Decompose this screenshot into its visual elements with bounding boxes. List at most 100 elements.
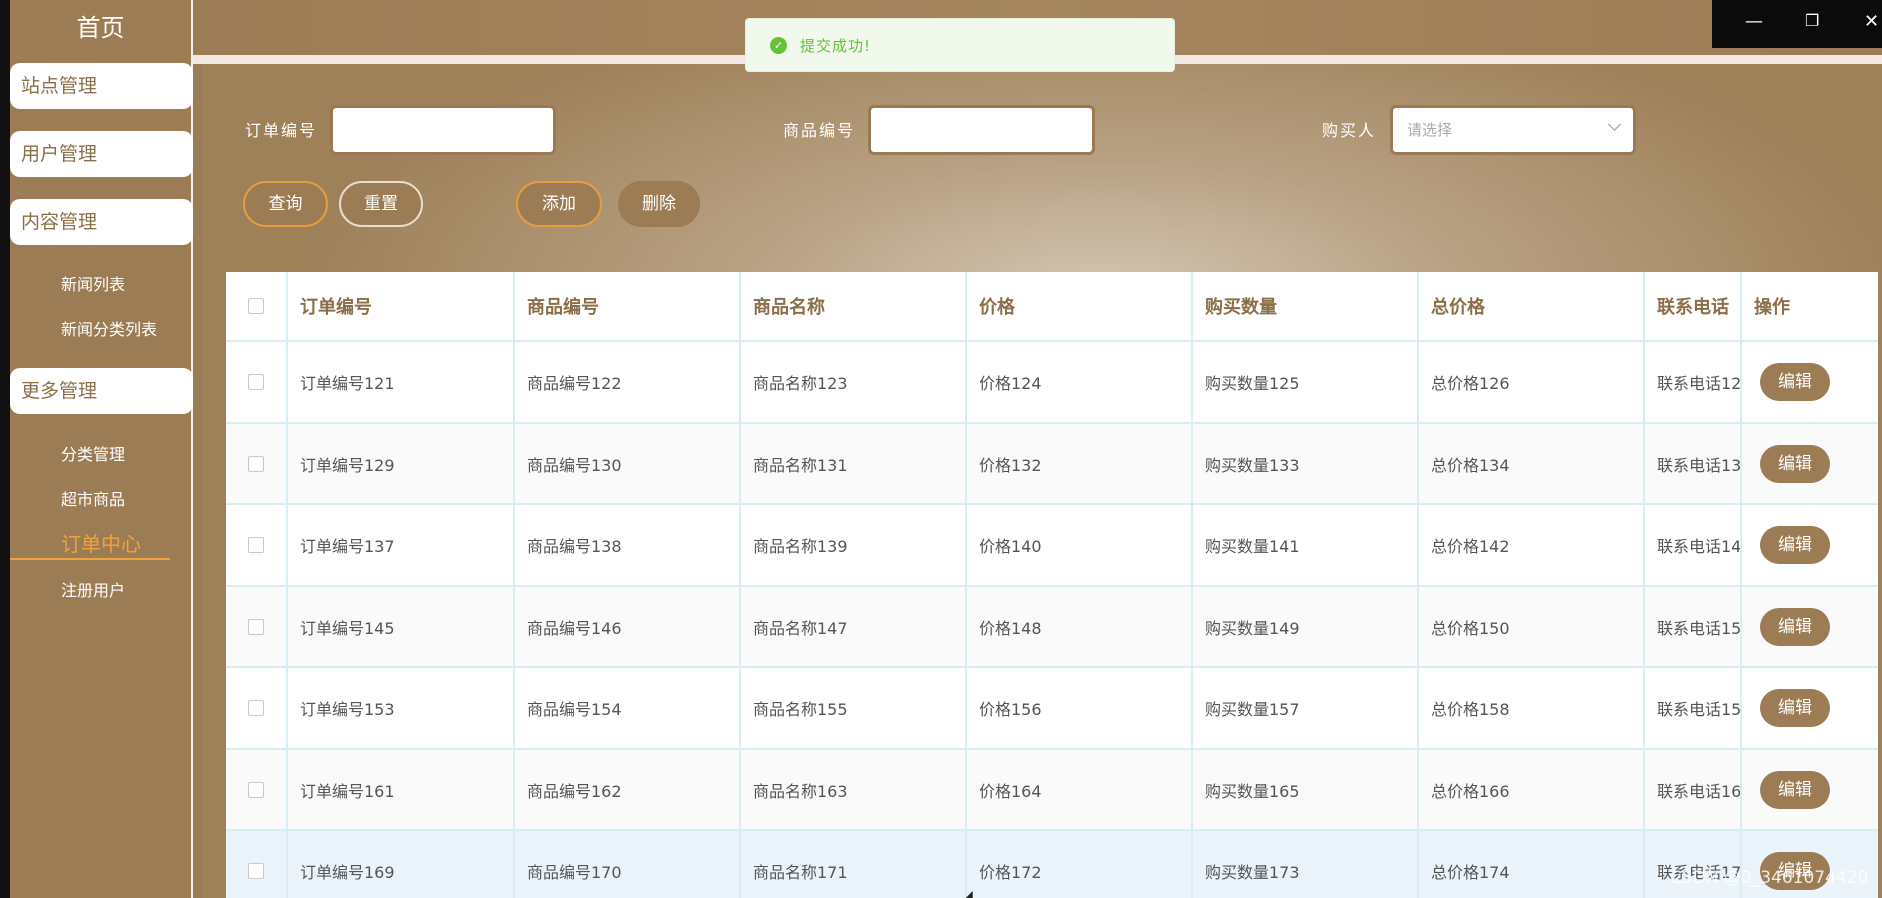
sidebar-item-news-list[interactable]: 新闻列表 [61,271,125,295]
header-select-cell [226,272,288,340]
cell-order-no: 订单编号161 [288,749,515,830]
cell-product-no: 商品编号146 [515,586,741,667]
success-toast: ✓ 提交成功! [745,18,1175,72]
order-no-label: 订单编号 [245,121,318,140]
cell-price: 价格132 [967,423,1193,504]
row-checkbox[interactable] [248,863,264,879]
cell-total: 总价格174 [1419,831,1645,898]
table-row[interactable]: 订单编号121 商品编号122 商品名称123 价格124 购买数量125 总价格126 联… [226,340,1878,422]
cell-price: 价格148 [967,586,1193,667]
menu-group-site[interactable]: 站点管理 [10,63,193,109]
header-product-no[interactable]: 商品编号 [515,272,741,340]
row-checkbox[interactable] [248,537,264,553]
buyer-label: 购买人 [1322,121,1377,140]
cell-actions: 编辑 [1742,750,1878,830]
cell-order-no: 订单编号137 [288,505,515,585]
buyer-select-placeholder: 请选择 [1407,121,1453,139]
row-checkbox[interactable] [248,781,264,798]
edit-button[interactable]: 编辑 [1760,526,1830,564]
cell-product-name: 商品名称171 [741,831,967,898]
menu-group-more[interactable]: 更多管理 [10,368,193,414]
window-controls: — ❐ ✕ [1712,0,1882,48]
row-select-cell [226,586,288,667]
sidebar-item-orders[interactable]: 订单中心 [61,528,141,557]
select-all-checkbox[interactable] [248,298,264,314]
cell-product-no: 商品编号154 [515,668,741,748]
cell-quantity: 购买数量133 [1193,423,1419,504]
sidebar-item-news-categories[interactable]: 新闻分类列表 [61,316,157,340]
table-row[interactable]: 订单编号137 商品编号138 商品名称139 价格140 购买数量141 总价格142 联… [226,503,1878,585]
header-total[interactable]: 总价格 [1419,272,1645,340]
cell-quantity: 购买数量165 [1193,749,1419,830]
table-row[interactable]: 订单编号153 商品编号154 商品名称155 价格156 购买数量157 总价格158 联… [226,666,1878,748]
header-product-name[interactable]: 商品名称 [741,272,967,340]
cell-actions: 编辑 [1742,668,1878,748]
active-indicator [10,558,170,560]
order-no-input[interactable] [330,105,556,155]
cell-price: 价格164 [967,749,1193,830]
row-checkbox[interactable] [248,455,264,472]
product-no-label: 商品编号 [783,121,856,140]
add-button[interactable]: 添加 [516,181,602,227]
header-price[interactable]: 价格 [967,272,1193,340]
edit-button[interactable]: 编辑 [1760,770,1830,809]
cell-total: 总价格142 [1419,505,1645,585]
delete-button[interactable]: 删除 [618,181,700,227]
reset-button[interactable]: 重置 [339,181,423,227]
cell-product-no: 商品编号170 [515,831,741,898]
cell-order-no: 订单编号169 [288,831,515,898]
sidebar-item-registered-users[interactable]: 注册用户 [61,577,125,601]
restore-icon[interactable]: ❐ [1805,11,1819,30]
sidebar-item-products[interactable]: 超市商品 [61,486,125,510]
header-order-no[interactable]: 订单编号 [288,272,515,340]
mouse-cursor-icon: ◢ [962,888,973,898]
buyer-select[interactable]: 请选择 [1390,105,1636,155]
cell-order-no: 订单编号145 [288,586,515,667]
table-row[interactable]: 订单编号129 商品编号130 商品名称131 价格132 购买数量133 总价格134 联… [226,421,1878,504]
row-select-cell [226,831,288,898]
sidebar-home[interactable]: 首页 [10,8,191,43]
cell-price: 价格124 [967,342,1193,422]
menu-group-content[interactable]: 内容管理 [10,199,193,245]
edit-button[interactable]: 编辑 [1760,444,1830,483]
cell-actions: 编辑 [1742,424,1878,504]
cell-product-name: 商品名称139 [741,505,967,585]
table-header: 订单编号 商品编号 商品名称 价格 购买数量 总价格 联系电话 操作 [226,272,1878,340]
watermark: CSDN @0_3461074420 [1670,868,1869,888]
row-checkbox[interactable] [248,618,264,635]
table-row[interactable]: 订单编号145 商品编号146 商品名称147 价格148 购买数量149 总价格150 联… [226,584,1878,667]
cell-product-name: 商品名称163 [741,749,967,830]
close-icon[interactable]: ✕ [1864,11,1879,32]
cell-product-name: 商品名称123 [741,342,967,422]
cell-actions: 编辑 [1742,342,1878,422]
minimize-icon[interactable]: — [1745,11,1763,32]
window-edge [0,0,10,898]
product-no-input[interactable] [868,105,1095,155]
cell-phone: 联系电话13 [1645,423,1742,504]
header-phone[interactable]: 联系电话 [1645,272,1742,340]
header-quantity[interactable]: 购买数量 [1193,272,1419,340]
check-circle-icon: ✓ [770,37,787,54]
row-select-cell [226,342,288,422]
cell-total: 总价格166 [1419,749,1645,830]
cell-product-name: 商品名称147 [741,586,967,667]
edit-button[interactable]: 编辑 [1760,363,1830,401]
table-row[interactable]: 订单编号161 商品编号162 商品名称163 价格164 购买数量165 总价格166 联… [226,747,1878,830]
cell-quantity: 购买数量141 [1193,505,1419,585]
edit-button[interactable]: 编辑 [1760,689,1830,727]
row-checkbox[interactable] [248,374,264,390]
cell-product-no: 商品编号122 [515,342,741,422]
toast-message: 提交成功! [800,37,872,55]
orders-table: 订单编号 商品编号 商品名称 价格 购买数量 总价格 联系电话 操作 订单编号1… [226,272,1878,898]
cell-quantity: 购买数量173 [1193,831,1419,898]
table-row[interactable]: 订单编号169 商品编号170 商品名称171 价格172 购买数量173 总价格174 联… [226,829,1878,898]
menu-group-users[interactable]: 用户管理 [10,131,193,177]
cell-order-no: 订单编号129 [288,423,515,504]
row-checkbox[interactable] [248,700,264,716]
query-button[interactable]: 查询 [243,181,328,227]
edit-button[interactable]: 编辑 [1760,607,1830,646]
cell-phone: 联系电话15 [1645,668,1742,748]
cell-quantity: 购买数量149 [1193,586,1419,667]
cell-quantity: 购买数量125 [1193,342,1419,422]
sidebar-item-category[interactable]: 分类管理 [61,441,125,465]
